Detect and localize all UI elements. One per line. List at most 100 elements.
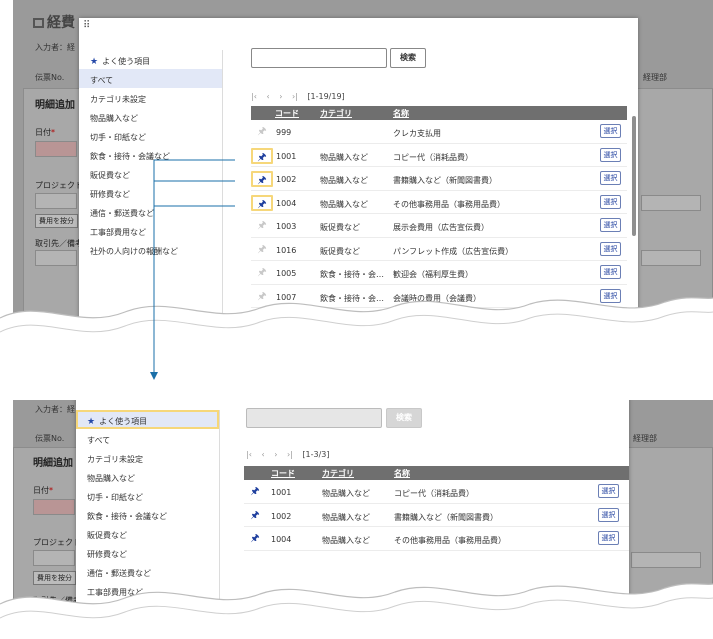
pager-last-button[interactable]: ›| (292, 92, 298, 101)
pager-first-button[interactable]: |‹ (246, 450, 252, 459)
pager-prev-button[interactable]: ‹ (261, 450, 264, 459)
pager-next-button[interactable]: › (274, 450, 277, 459)
select-button[interactable]: 選択 (600, 194, 621, 209)
pin-icon[interactable]: 🖈 (244, 484, 266, 500)
category-item-promotion[interactable]: 販促費など (76, 524, 219, 543)
category-item-stamps[interactable]: 切手・印紙など (79, 126, 222, 145)
pin-icon[interactable]: 🖈 (251, 147, 273, 164)
select-button[interactable]: 選択 (600, 147, 621, 162)
table-row[interactable]: 🖈 1004 物品購入など その他事務用品（事務用品費） 選択 (251, 191, 627, 214)
pager-last-button[interactable]: ›| (287, 450, 293, 459)
pin-icon[interactable]: 🖈 (251, 124, 273, 140)
accounting-col-label: 経理部 (633, 434, 657, 443)
date-input-bg (33, 499, 75, 515)
slip-no-label: 伝票No. (35, 434, 65, 443)
pager-range: [1-19/19] (307, 92, 345, 101)
table-row[interactable]: 🖈 1001 物品購入など コピー代（消耗品費） 選択 (244, 480, 629, 504)
project-label: プロジェクト (33, 538, 81, 547)
pin-icon[interactable]: 🖈 (251, 171, 273, 187)
col-code[interactable]: コード (275, 108, 299, 119)
category-item-favorites[interactable]: ★ よく使う項目 (76, 410, 219, 429)
table-row[interactable]: 🖈 1004 物品購入など その他事務用品（事務用品費） 選択 (244, 527, 629, 551)
select-button[interactable]: 選択 (598, 531, 619, 545)
category-item-uncategorized[interactable]: カテゴリ未設定 (79, 88, 222, 107)
pager: |‹ ‹ › ›| [1-3/3] (246, 450, 330, 459)
select-button[interactable]: 選択 (600, 171, 621, 185)
col-name[interactable]: 名称 (393, 108, 409, 119)
category-item-promotion[interactable]: 販促費など (79, 164, 222, 183)
table-row[interactable]: 🖈 1002 物品購入など 書籍購入など（新聞図書費） 選択 (251, 167, 627, 191)
category-list: ★ よく使う項目 すべて カテゴリ未設定 物品購入など 切手・印紙など 飲食・接待… (79, 50, 223, 322)
date-label: 日付* (35, 128, 55, 137)
torn-edge-top (0, 297, 713, 400)
right-input-bg-2 (641, 250, 701, 266)
item-picker-modal: ⠿ ★よく使う項目 すべて カテゴリ未設定 物品購入など 切手・印紙など 飲食・… (79, 18, 638, 322)
project-input-bg (35, 193, 77, 209)
category-item-dining[interactable]: 飲食・接待・会議など (79, 145, 222, 164)
search-button[interactable]: 検索 (386, 408, 422, 428)
col-category[interactable]: カテゴリ (322, 468, 354, 479)
col-name[interactable]: 名称 (394, 468, 410, 479)
date-input-bg (35, 141, 77, 157)
pin-icon[interactable]: 🖈 (244, 508, 266, 524)
category-item-all[interactable]: すべて (79, 69, 222, 88)
torn-edge-separator (0, 297, 713, 400)
proration-button: 費用を按分 (35, 214, 78, 228)
pager: |‹ ‹ › ›| [1-19/19] (251, 92, 345, 101)
table-row[interactable]: 🖈 1003 販促費など 展示会費用（広告宣伝費） 選択 (251, 214, 627, 238)
col-category[interactable]: カテゴリ (320, 108, 352, 119)
col-code[interactable]: コード (271, 468, 295, 479)
pin-icon[interactable]: 🖈 (251, 242, 273, 258)
star-icon: ★ (90, 57, 99, 67)
project-label: プロジェクト (35, 181, 83, 190)
table-row[interactable]: 🖈 1001 物品購入など コピー代（消耗品費） 選択 (251, 144, 627, 167)
table-scrollbar[interactable] (632, 116, 636, 236)
page-title: 経費 (33, 12, 75, 32)
category-item-all[interactable]: すべて (76, 429, 219, 448)
table-header: コード カテゴリ 名称 (251, 106, 627, 120)
category-item-construction[interactable]: 工事部費用など (79, 221, 222, 240)
drag-handle-icon[interactable]: ⠿ (83, 21, 90, 31)
pager-range: [1-3/3] (302, 450, 330, 459)
entered-by-label: 入力者：経 (35, 43, 75, 52)
table-row[interactable]: 🖈 1002 物品購入など 書籍購入など（新聞図書費） 選択 (244, 504, 629, 527)
entered-by-label: 入力者：経 (35, 405, 75, 414)
search-button[interactable]: 検索 (390, 48, 426, 68)
book-icon (33, 18, 44, 28)
table-row[interactable]: 🖈 1005 飲食・接待・会… 歓迎会（福利厚生費） 選択 (251, 261, 627, 285)
category-item-training[interactable]: 研修費など (79, 183, 222, 202)
screenshot-before: 経費 入力者：経 伝票No. 経理部 明細追加 日付* プロジェクト 費用を按分… (13, 0, 713, 322)
search-input[interactable] (251, 48, 387, 68)
select-button[interactable]: 選択 (600, 124, 621, 138)
table-row[interactable]: 🖈 999 クレカ支払用 選択 (251, 120, 627, 144)
category-item-stamps[interactable]: 切手・印紙など (76, 486, 219, 505)
pager-next-button[interactable]: › (279, 92, 282, 101)
select-button[interactable]: 選択 (600, 265, 621, 279)
pin-icon[interactable]: 🖈 (244, 531, 266, 547)
pager-prev-button[interactable]: ‹ (266, 92, 269, 101)
category-item-communication[interactable]: 通信・郵送費など (79, 202, 222, 221)
category-item-uncategorized[interactable]: カテゴリ未設定 (76, 448, 219, 467)
pin-icon[interactable]: 🖈 (251, 194, 273, 211)
select-button[interactable]: 選択 (598, 507, 619, 522)
pager-first-button[interactable]: |‹ (251, 92, 257, 101)
category-item-external-fees[interactable]: 社外の人向けの報酬など (79, 240, 222, 259)
select-button[interactable]: 選択 (600, 218, 621, 232)
table-header: コード カテゴリ 名称 (244, 466, 629, 480)
pin-icon[interactable]: 🖈 (251, 265, 273, 281)
detail-dialog-title: 明細追加 (35, 100, 75, 111)
pin-icon[interactable]: 🖈 (251, 218, 273, 234)
items-table: コード カテゴリ 名称 🖈 999 クレカ支払用 選択 🖈 1001 物品購入な… (251, 106, 627, 308)
search-input[interactable] (246, 408, 382, 428)
select-button[interactable]: 選択 (600, 241, 621, 256)
category-item-purchase[interactable]: 物品購入など (79, 107, 222, 126)
table-row[interactable]: 🖈 1016 販促費など パンフレット作成（広告宣伝費） 選択 (251, 238, 627, 261)
select-button[interactable]: 選択 (598, 484, 619, 498)
slip-no-label: 伝票No. (35, 73, 65, 82)
category-item-dining[interactable]: 飲食・接待・会議など (76, 505, 219, 524)
torn-edge-bottom (0, 583, 713, 639)
detail-dialog-title: 明細追加 (33, 458, 73, 469)
category-item-favorites[interactable]: ★ よく使う項目 (79, 50, 222, 69)
category-item-purchase[interactable]: 物品購入など (76, 467, 219, 486)
items-table: コード カテゴリ 名称 🖈 1001 物品購入など コピー代（消耗品費） 選択 … (244, 466, 629, 551)
